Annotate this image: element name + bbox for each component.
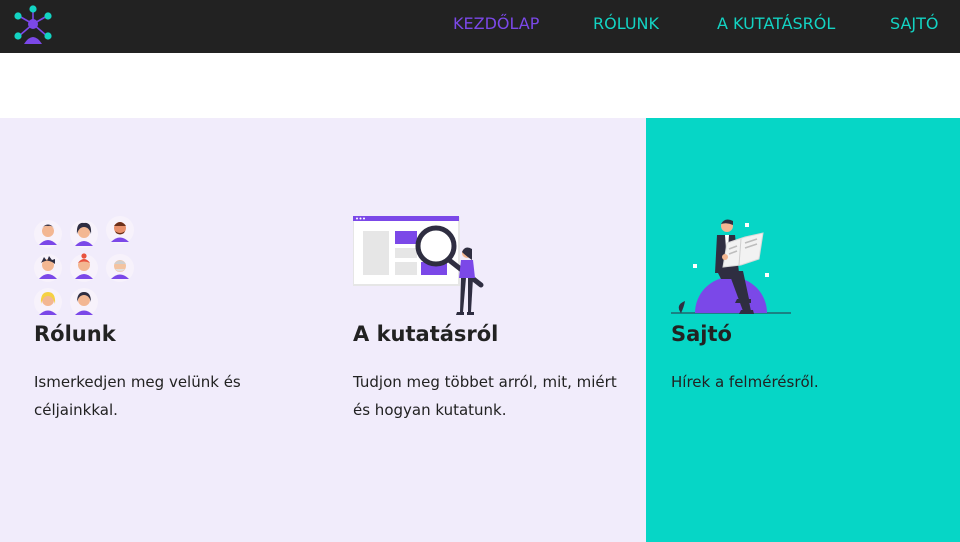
- press-card-title[interactable]: Sajtó: [671, 322, 931, 346]
- man-reading-newspaper-illustration: [671, 219, 791, 314]
- magnifier-research-illustration: [353, 216, 484, 315]
- header-spacer: [0, 53, 960, 118]
- press-card[interactable]: Sajtó Hírek a felmérésről.: [671, 215, 931, 396]
- logo-icon[interactable]: [12, 4, 54, 46]
- teal-panel: Sajtó Hírek a felmérésről.: [646, 118, 960, 542]
- research-card[interactable]: A kutatásról Tudjon meg többet arról, mi…: [353, 216, 625, 424]
- nav-about-link[interactable]: RÓLUNK: [593, 14, 659, 33]
- about-card-description: Ismerkedjen meg velünk és céljainkkal.: [34, 373, 241, 419]
- people-avatars-illustration: [34, 216, 134, 316]
- about-card[interactable]: Rólunk Ismerkedjen meg velünk és céljain…: [34, 214, 274, 424]
- press-card-description: Hírek a felmérésről.: [671, 373, 819, 391]
- research-card-description: Tudjon meg többet arról, mit, miért és h…: [353, 373, 617, 419]
- top-navbar: KEZDŐLAP RÓLUNK A KUTATÁSRÓL SAJTÓ: [0, 0, 960, 53]
- about-card-title[interactable]: Rólunk: [34, 322, 274, 346]
- nav-home-link[interactable]: KEZDŐLAP: [453, 14, 539, 33]
- research-card-title[interactable]: A kutatásról: [353, 322, 625, 346]
- nav-research-link[interactable]: A KUTATÁSRÓL: [717, 14, 835, 33]
- nav-press-link[interactable]: SAJTÓ: [890, 14, 938, 33]
- lavender-panel: Rólunk Ismerkedjen meg velünk és céljain…: [0, 118, 646, 542]
